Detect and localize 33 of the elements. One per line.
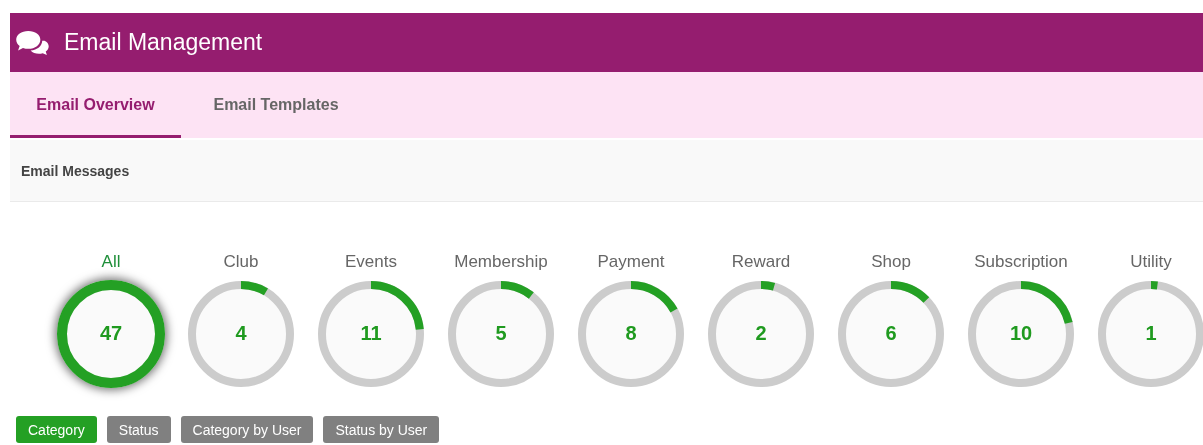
view-button[interactable]: Category: [16, 416, 97, 443]
count: 8: [624, 322, 638, 345]
progress-ring[interactable]: [577, 280, 685, 388]
category-label[interactable]: All: [101, 252, 121, 272]
category-label[interactable]: Payment: [597, 252, 665, 272]
count: 1: [1144, 322, 1158, 345]
category-label[interactable]: Utility: [1130, 252, 1172, 272]
count: 10: [1008, 322, 1034, 345]
app-title: Email Management: [64, 29, 263, 56]
category-label[interactable]: Membership: [454, 252, 548, 272]
progress-ring[interactable]: [837, 280, 945, 388]
count: 11: [359, 322, 383, 345]
count: 4: [234, 322, 248, 345]
view-button[interactable]: Status: [106, 416, 171, 443]
chat-icon: [15, 29, 49, 56]
count: 2: [754, 322, 768, 345]
category-label[interactable]: Events: [345, 252, 397, 272]
category-label[interactable]: Subscription: [974, 252, 1068, 272]
view-button[interactable]: Category by User: [180, 416, 314, 443]
view-button[interactable]: Status by User: [323, 416, 440, 443]
progress-ring[interactable]: [187, 280, 295, 388]
count: 47: [98, 322, 124, 345]
category-label[interactable]: Shop: [871, 252, 911, 272]
category-label[interactable]: Club: [223, 252, 259, 272]
count: 6: [884, 322, 898, 345]
section-title: Email Messages: [21, 162, 130, 179]
progress-ring[interactable]: [57, 280, 165, 388]
tab[interactable]: Email Templates: [181, 72, 371, 138]
progress-ring[interactable]: [317, 280, 425, 388]
category-label[interactable]: Reward: [731, 252, 791, 272]
progress-ring[interactable]: [447, 280, 555, 388]
count: 5: [494, 322, 508, 345]
progress-ring[interactable]: [967, 280, 1075, 388]
